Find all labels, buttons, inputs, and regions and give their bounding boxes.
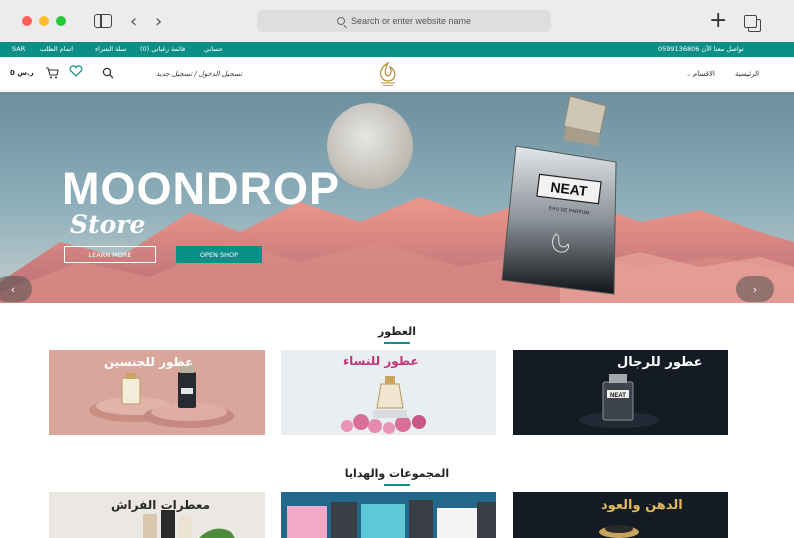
collection-label-oils-oud: الدهن والعود bbox=[601, 498, 683, 513]
section-underline bbox=[384, 342, 410, 344]
chevron-down-icon: ⌄ bbox=[686, 71, 693, 78]
collection-label-bed-fresheners: معطرات الفراش bbox=[111, 498, 211, 512]
wishlist-heart-icon[interactable] bbox=[69, 65, 83, 77]
search-icon[interactable] bbox=[102, 67, 114, 79]
minimize-window-button[interactable] bbox=[39, 16, 49, 26]
top-info-bar: SAR اتمام الطلب سلة الشراء قائمة رغباتي … bbox=[0, 42, 794, 57]
nav-home[interactable]: الرئيسية bbox=[735, 70, 759, 78]
hero-subtitle: Store bbox=[70, 210, 146, 239]
currency-selector[interactable]: SAR bbox=[12, 45, 25, 53]
topbar-link-cart[interactable]: سلة الشراء bbox=[95, 45, 126, 53]
section-title-perfumes: العطور bbox=[377, 325, 417, 338]
address-bar[interactable]: Search or enter website name bbox=[257, 10, 551, 32]
sidebar-toggle-icon[interactable] bbox=[94, 14, 112, 28]
tab-overview-icon-back bbox=[744, 15, 757, 28]
learn-more-button[interactable]: LEARN MORE bbox=[64, 246, 156, 263]
forward-icon[interactable]: › bbox=[155, 11, 162, 32]
category-label-unisex: عطور للجنسين bbox=[104, 355, 194, 369]
search-icon bbox=[336, 17, 345, 25]
new-tab-icon[interactable]: + bbox=[709, 10, 727, 32]
browser-window: ‹ › Search or enter website name + SAR ا… bbox=[0, 0, 794, 538]
gift-sets-image bbox=[281, 492, 496, 538]
hero-title: MOONDROP bbox=[62, 163, 340, 214]
store-logo[interactable] bbox=[376, 61, 400, 87]
category-card-unisex[interactable]: عطور للجنسين bbox=[49, 350, 265, 435]
back-icon[interactable]: ‹ bbox=[130, 11, 137, 32]
cart-total[interactable]: 0 ر.س bbox=[10, 69, 34, 77]
contact-phone[interactable]: تواصل معنا الآن 0599136806 bbox=[658, 45, 744, 53]
section-underline-collections bbox=[384, 484, 410, 486]
collection-card-gift-sets[interactable] bbox=[281, 492, 496, 538]
login-register-link[interactable]: تسجيل الدخول / تسجيل جديد bbox=[156, 70, 242, 78]
category-label-women: عطور للنساء bbox=[343, 354, 419, 368]
open-shop-button[interactable]: OPEN SHOP bbox=[176, 246, 262, 263]
topbar-link-checkout[interactable]: اتمام الطلب bbox=[40, 45, 73, 53]
maximize-window-button[interactable] bbox=[56, 16, 66, 26]
section-title-collections: المجموعات والهدايا bbox=[344, 467, 450, 480]
category-label-men: عطور للرجال bbox=[617, 355, 703, 370]
browser-toolbar: ‹ › Search or enter website name + bbox=[0, 0, 794, 42]
slider-prev-button[interactable]: ‹ bbox=[0, 276, 32, 302]
perfume-bottle-image: NEAT EAU DE PARFUM bbox=[501, 95, 617, 295]
men-bottle-label: NEAT bbox=[610, 393, 626, 399]
address-placeholder: Search or enter website name bbox=[350, 16, 472, 26]
close-window-button[interactable] bbox=[22, 16, 32, 26]
cart-icon[interactable] bbox=[45, 67, 59, 79]
site-header: 0 ر.س تسجيل الدخول / تسجيل جديد ⌄ الاقسا… bbox=[0, 57, 794, 91]
collection-card-bed-fresheners[interactable]: معطرات الفراش bbox=[49, 492, 265, 538]
topbar-link-account[interactable]: حسابي bbox=[204, 45, 223, 53]
category-card-women[interactable]: عطور للنساء bbox=[281, 350, 496, 435]
collection-card-oils-oud[interactable]: الدهن والعود bbox=[513, 492, 728, 538]
category-card-men[interactable]: NEAT عطور للرجال bbox=[513, 350, 728, 435]
slider-next-button[interactable]: › bbox=[736, 276, 774, 302]
topbar-link-wishlist[interactable]: قائمة رغباتي (0) bbox=[140, 45, 185, 53]
nav-categories[interactable]: ⌄ الاقسام bbox=[686, 70, 715, 78]
